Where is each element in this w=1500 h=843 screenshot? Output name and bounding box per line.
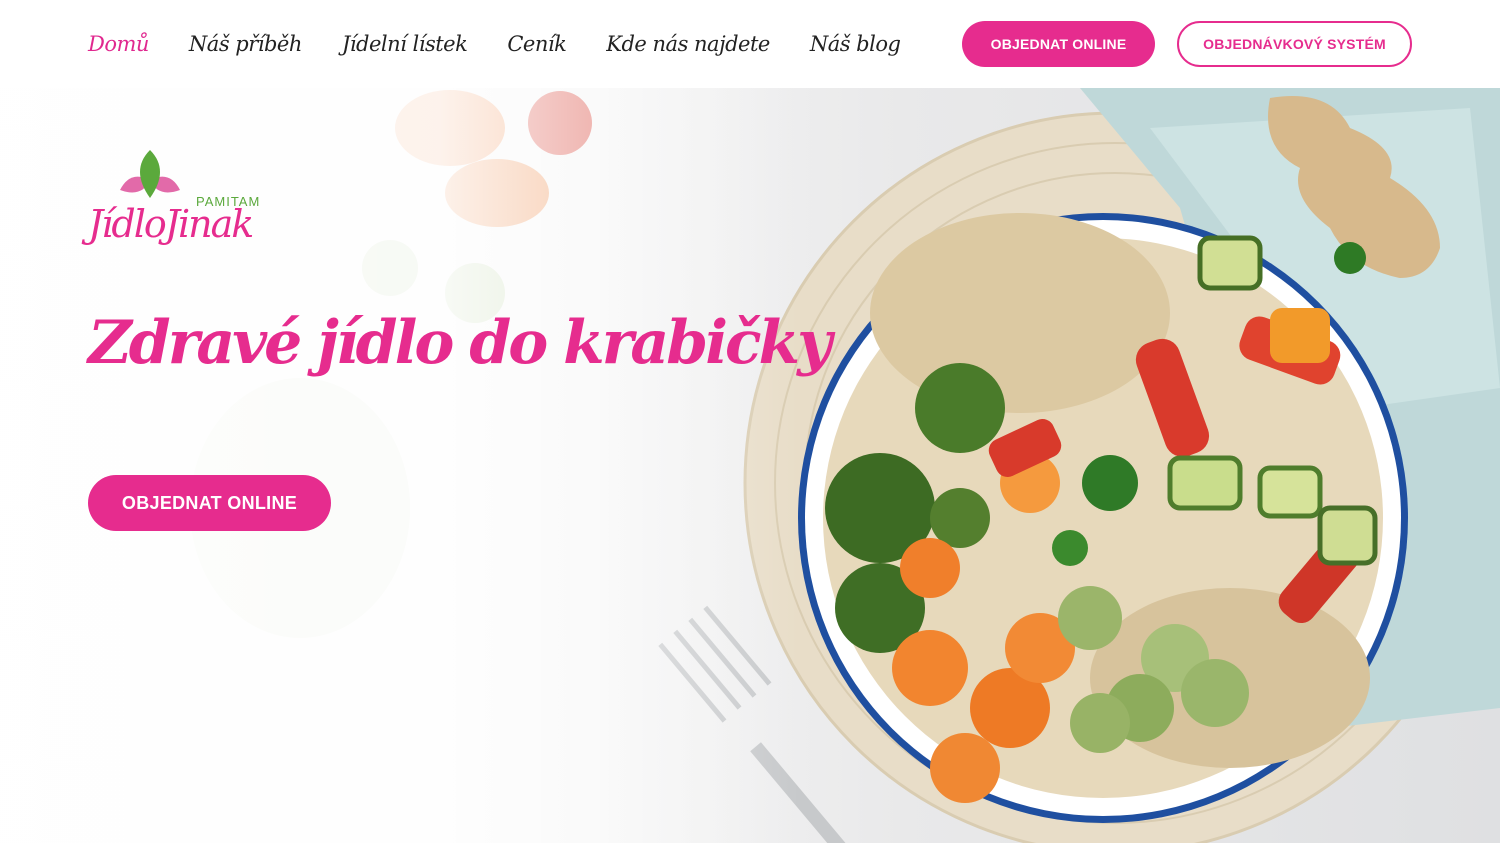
order-system-button[interactable]: OBJEDNÁVKOVÝ SYSTÉM bbox=[1177, 21, 1412, 67]
site-header: Domů Náš příběh Jídelní lístek Ceník Kde… bbox=[0, 0, 1500, 88]
hero-headline: Zdravé jídlo do krabičky bbox=[88, 308, 832, 378]
nav-item-our-story[interactable]: Náš příběh bbox=[189, 32, 302, 56]
site-logo[interactable]: PAMITAM JídloJinak bbox=[86, 150, 286, 270]
logo-brand-name: JídloJinak bbox=[88, 202, 254, 246]
nav-item-home[interactable]: Domů bbox=[88, 32, 149, 56]
leaf-logo-icon bbox=[120, 150, 180, 198]
nav-item-location[interactable]: Kde nás najdete bbox=[606, 32, 770, 56]
main-nav: Domů Náš příběh Jídelní lístek Ceník Kde… bbox=[88, 0, 940, 88]
nav-item-menu[interactable]: Jídelní lístek bbox=[342, 32, 468, 56]
hero-order-online-button[interactable]: OBJEDNAT ONLINE bbox=[88, 475, 331, 531]
order-online-button[interactable]: OBJEDNAT ONLINE bbox=[962, 21, 1155, 67]
nav-item-blog[interactable]: Náš blog bbox=[810, 32, 901, 56]
nav-item-pricing[interactable]: Ceník bbox=[507, 32, 566, 56]
